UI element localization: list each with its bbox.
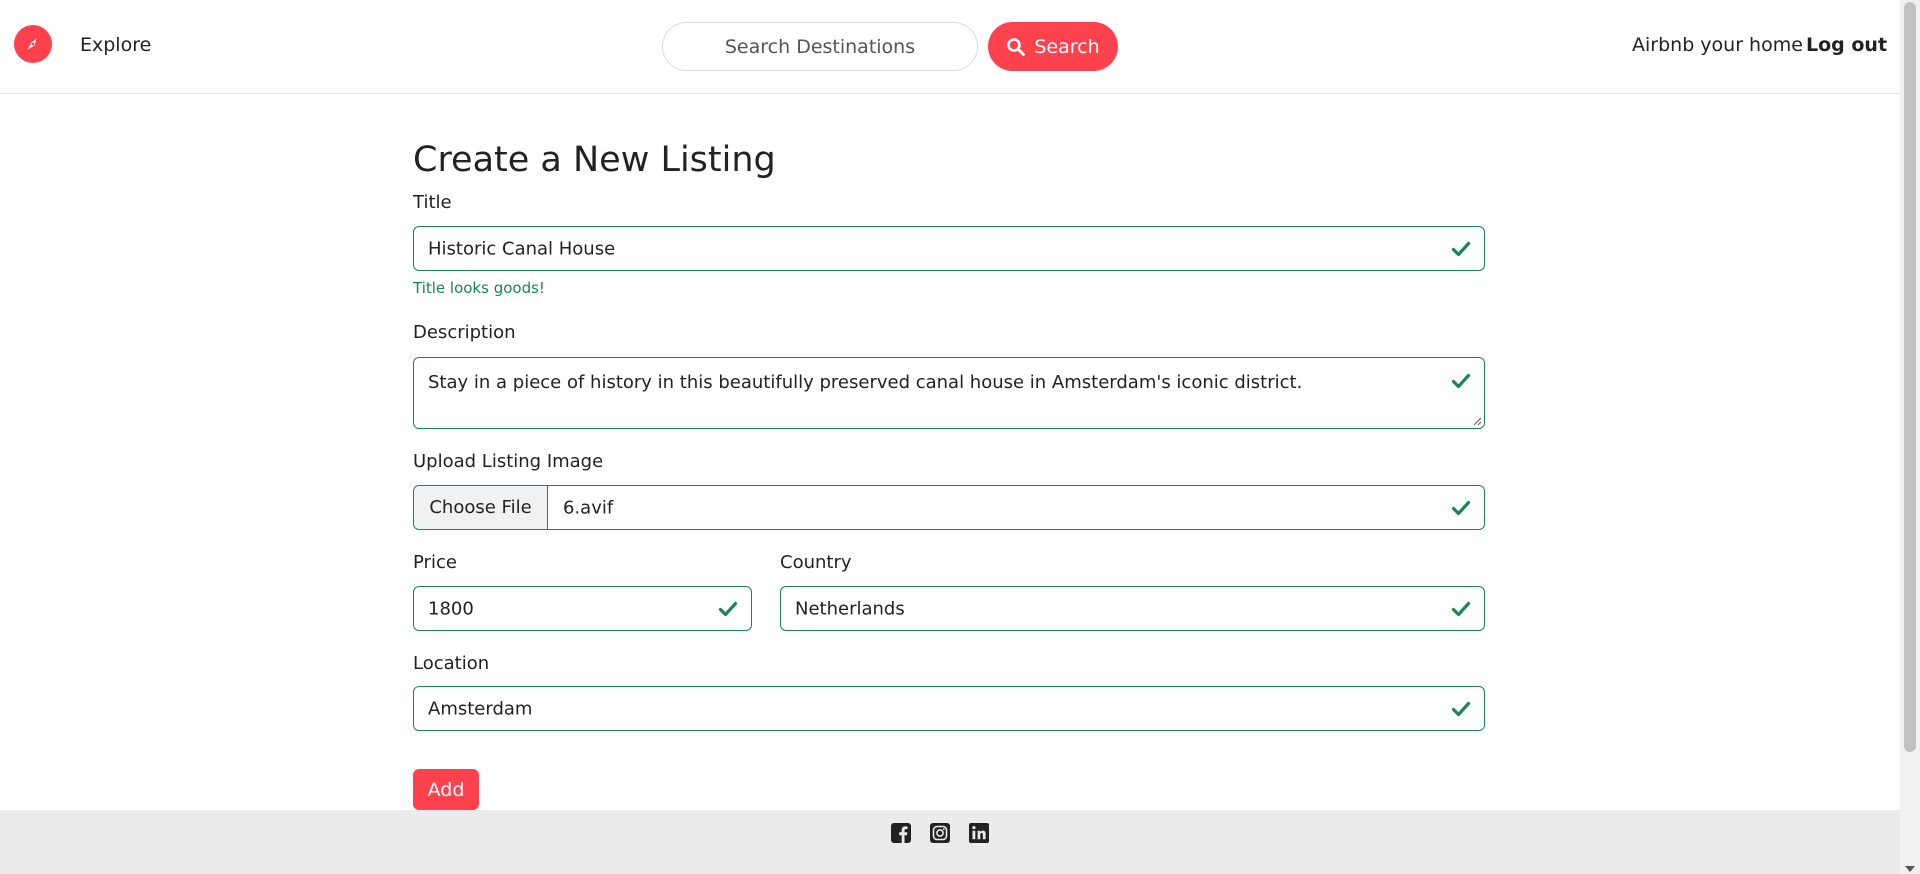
search-input[interactable] — [662, 22, 978, 71]
description-label: Description — [413, 322, 516, 343]
nav-logout-link[interactable]: Log out — [1806, 34, 1887, 56]
linkedin-icon[interactable] — [968, 822, 990, 844]
search-button[interactable]: Search — [988, 22, 1118, 71]
location-label: Location — [413, 653, 490, 674]
search-icon — [1007, 37, 1026, 56]
title-input[interactable]: Historic Canal House — [413, 226, 1485, 271]
price-input-value: 1800 — [428, 598, 474, 619]
add-listing-button[interactable]: Add — [413, 769, 479, 810]
facebook-icon[interactable] — [890, 822, 912, 844]
price-input[interactable]: 1800 — [413, 586, 752, 631]
compass-icon — [27, 38, 37, 50]
country-input-value: Netherlands — [795, 598, 905, 619]
page-scrollbar[interactable] — [1900, 0, 1920, 874]
title-valid-feedback: Title looks goods! — [413, 279, 545, 297]
title-input-value: Historic Canal House — [428, 238, 616, 259]
location-input-value: Amsterdam — [428, 698, 533, 719]
title-label: Title — [413, 192, 452, 213]
image-file-input[interactable]: Choose File 6.avif — [413, 485, 1485, 530]
resize-handle-icon[interactable] — [1472, 416, 1482, 426]
nav-explore-link[interactable]: Explore — [80, 34, 151, 56]
scrollbar-thumb[interactable] — [1904, 2, 1916, 752]
location-input[interactable]: Amsterdam — [413, 686, 1485, 731]
image-upload-label: Upload Listing Image — [413, 451, 604, 472]
description-textarea[interactable]: Stay in a piece of history in this beaut… — [413, 357, 1485, 429]
valid-check-icon — [717, 598, 739, 620]
footer — [0, 810, 1900, 874]
file-name-text: 6.avif — [563, 497, 614, 518]
description-textarea-value: Stay in a piece of history in this beaut… — [428, 372, 1303, 393]
valid-check-icon — [1450, 698, 1472, 720]
instagram-icon[interactable] — [929, 822, 951, 844]
country-label: Country — [780, 552, 852, 573]
search-button-label: Search — [1034, 35, 1100, 58]
valid-check-icon — [1450, 238, 1472, 260]
valid-check-icon — [1450, 370, 1472, 392]
valid-check-icon — [1450, 598, 1472, 620]
page-title: Create a New Listing — [413, 140, 776, 180]
valid-check-icon — [1450, 497, 1472, 519]
price-label: Price — [413, 552, 457, 573]
navbar: Explore Search Airbnb your home Log out — [0, 0, 1900, 94]
country-input[interactable]: Netherlands — [780, 586, 1485, 631]
brand-logo[interactable] — [14, 25, 52, 63]
scroll-down-arrow-icon[interactable] — [1905, 866, 1915, 872]
nav-host-link[interactable]: Airbnb your home — [1632, 34, 1803, 56]
choose-file-button[interactable]: Choose File — [414, 486, 548, 529]
